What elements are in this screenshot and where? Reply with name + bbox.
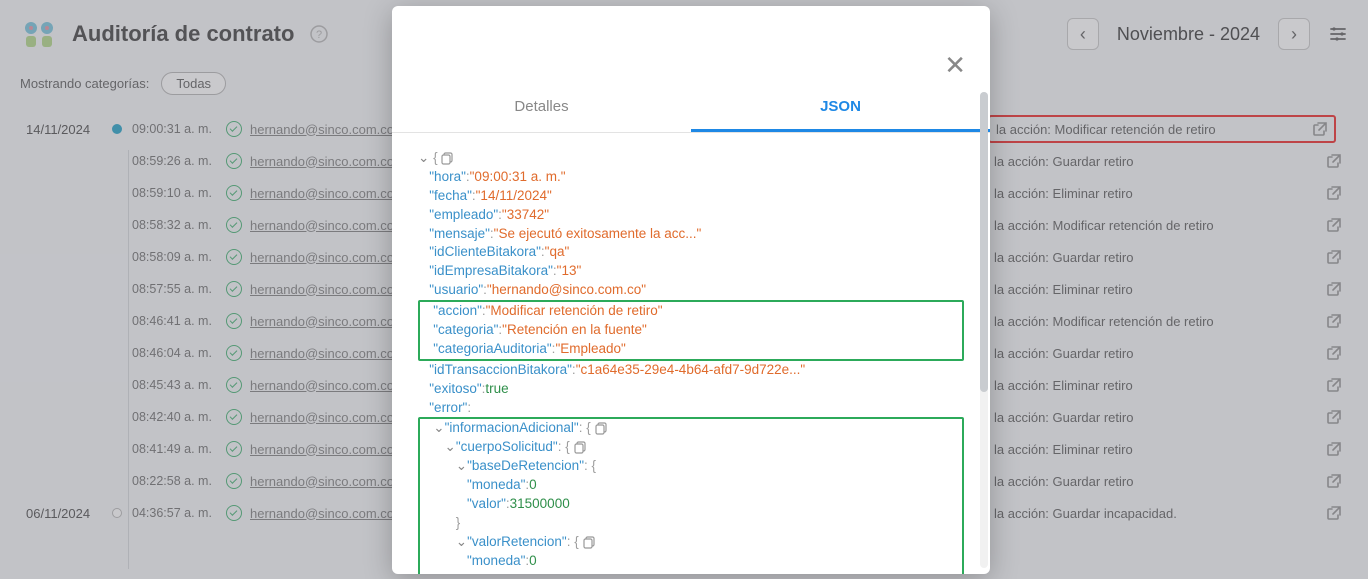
detail-modal: ✕ Detalles JSON ⌄ { "hora":"09:00:31 a. … [392, 6, 990, 574]
tab-json[interactable]: JSON [691, 84, 990, 132]
highlight-categoria: "accion":"Modificar retención de retiro"… [418, 300, 964, 361]
copy-icon[interactable] [574, 441, 587, 454]
copy-icon[interactable] [441, 152, 454, 165]
modal-tabs: Detalles JSON [392, 84, 990, 133]
highlight-info: ⌄"informacionAdicional": { ⌄"cuerpoSolic… [418, 417, 964, 574]
copy-icon[interactable] [595, 422, 608, 435]
close-button[interactable]: ✕ [944, 50, 966, 81]
json-viewer[interactable]: ⌄ { "hora":"09:00:31 a. m." "fecha":"14/… [392, 133, 990, 574]
tab-details[interactable]: Detalles [392, 84, 691, 132]
copy-icon[interactable] [583, 536, 596, 549]
scrollbar-thumb[interactable] [980, 92, 988, 392]
